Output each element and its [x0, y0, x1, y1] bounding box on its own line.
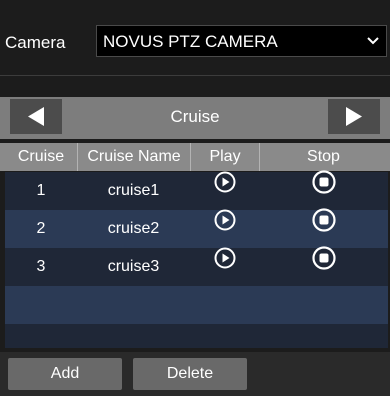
column-header-cruise: Cruise — [17, 148, 65, 165]
cruise-panel: Camera NOVUS PTZ CAMERA Cruise Cruise Cr… — [0, 0, 390, 396]
stop-circle-icon — [311, 208, 336, 247]
chevron-down-icon — [366, 33, 380, 47]
cruise-number: 1 — [36, 182, 46, 199]
divider — [0, 75, 390, 76]
next-button[interactable] — [328, 99, 380, 134]
table-row[interactable]: 2 cruise2 — [5, 208, 388, 248]
stop-button[interactable] — [259, 170, 388, 210]
triangle-left-icon — [28, 107, 44, 126]
table-header: Cruise Cruise Name Play Stop — [0, 143, 390, 171]
camera-select[interactable]: NOVUS PTZ CAMERA — [96, 25, 387, 57]
table-row[interactable]: 1 cruise1 — [5, 170, 388, 210]
column-header-play: Play — [190, 143, 259, 171]
cruise-name: cruise3 — [107, 258, 160, 275]
play-circle-icon — [214, 208, 236, 246]
cruise-table-body: 1 cruise1 2 cruise2 3 cruise3 — [5, 170, 388, 348]
camera-select-value: NOVUS PTZ CAMERA — [103, 32, 278, 51]
cruise-number: 3 — [36, 258, 46, 275]
stop-circle-icon — [311, 170, 336, 209]
stop-button[interactable] — [259, 208, 388, 248]
column-header-cruise-name: Cruise Name — [77, 143, 190, 171]
triangle-right-icon — [346, 107, 362, 126]
cruise-name: cruise2 — [107, 220, 160, 237]
play-circle-icon — [214, 246, 236, 284]
add-button[interactable]: Add — [8, 358, 122, 390]
cruise-nav-bar: Cruise — [0, 97, 390, 139]
column-header-stop: Stop — [259, 143, 387, 171]
table-row[interactable]: 3 cruise3 — [5, 246, 388, 286]
play-button[interactable] — [190, 246, 259, 286]
play-button[interactable] — [190, 208, 259, 248]
stop-circle-icon — [311, 246, 336, 285]
cruise-name: cruise1 — [107, 182, 160, 199]
play-circle-icon — [214, 170, 236, 208]
action-bar: Add Delete — [0, 352, 390, 396]
delete-button[interactable]: Delete — [133, 358, 247, 390]
play-button[interactable] — [190, 170, 259, 210]
camera-row: Camera NOVUS PTZ CAMERA — [0, 0, 390, 72]
cruise-number: 2 — [36, 220, 46, 237]
stop-button[interactable] — [259, 246, 388, 286]
prev-button[interactable] — [10, 99, 62, 134]
empty-row — [5, 286, 388, 324]
camera-label: Camera — [5, 33, 66, 52]
